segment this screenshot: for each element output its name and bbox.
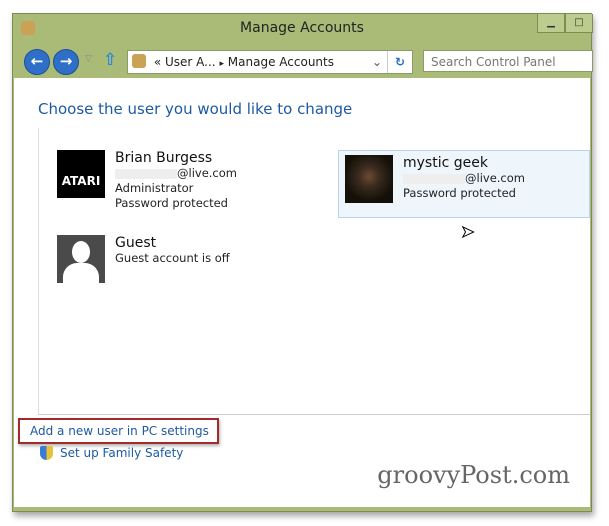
search-input[interactable]: Search Control Panel — [423, 50, 593, 72]
account-tile-mystic-geek[interactable]: mystic geek @live.com Password protected — [338, 150, 590, 218]
refresh-button[interactable]: ↻ — [387, 51, 412, 73]
navigation-bar: ← → ▽ ⇧ « User A... ▸ Manage Accounts ⌄ … — [13, 44, 593, 78]
back-button[interactable]: ← — [24, 49, 50, 75]
manage-accounts-window: Manage Accounts ▁ □ ← → ▽ ⇧ « User A... … — [12, 13, 593, 512]
redacted-email — [403, 173, 465, 184]
breadcrumb-user-accounts[interactable]: User A... — [165, 55, 216, 69]
account-name: mystic geek — [403, 155, 488, 171]
title-bar: Manage Accounts ▁ □ — [13, 14, 593, 44]
up-button[interactable]: ⇧ — [103, 50, 117, 70]
user-photo-avatar — [345, 155, 393, 203]
recent-pages-chevron-icon[interactable]: ▽ — [85, 54, 92, 64]
account-tile-brian-burgess[interactable]: ATARI Brian Burgess @live.com Administra… — [57, 150, 237, 211]
breadcrumb-manage-accounts[interactable]: Manage Accounts — [228, 55, 334, 69]
watermark: groovyPost.com — [377, 461, 570, 489]
accounts-panel: ATARI Brian Burgess @live.com Administra… — [38, 128, 590, 415]
guest-avatar-icon — [57, 235, 105, 283]
account-status: Password protected — [403, 186, 516, 200]
uac-shield-icon — [40, 446, 53, 460]
user-accounts-icon — [21, 21, 35, 35]
minimize-button[interactable]: ▁ — [537, 14, 565, 33]
family-safety-link[interactable]: Set up Family Safety — [38, 446, 183, 460]
add-new-user-link[interactable]: Add a new user in PC settings — [18, 418, 219, 444]
address-bar[interactable]: « User A... ▸ Manage Accounts ⌄ ↻ — [127, 50, 413, 74]
forward-button[interactable]: → — [53, 49, 79, 75]
account-status: Guest account is off — [115, 251, 230, 265]
breadcrumb-overflow[interactable]: « — [154, 55, 161, 69]
account-name: Brian Burgess — [115, 150, 213, 166]
maximize-button[interactable]: □ — [565, 14, 593, 33]
account-role: Administrator — [115, 181, 194, 195]
mouse-cursor-icon: ➤ — [460, 222, 475, 242]
address-dropdown-icon[interactable]: ⌄ — [372, 51, 382, 73]
control-panel-icon — [132, 54, 146, 68]
redacted-email — [115, 168, 177, 179]
account-tile-guest[interactable]: Guest Guest account is off — [57, 235, 230, 283]
content-area: Choose the user you would like to change… — [14, 78, 590, 507]
account-email: @live.com — [465, 171, 525, 185]
account-email: @live.com — [177, 166, 237, 180]
page-heading: Choose the user you would like to change — [38, 100, 353, 118]
account-status: Password protected — [115, 196, 228, 210]
breadcrumb-separator-icon[interactable]: ▸ — [219, 59, 224, 69]
atari-avatar: ATARI — [57, 150, 105, 198]
account-name: Guest — [115, 235, 157, 251]
family-safety-label: Set up Family Safety — [60, 446, 184, 460]
window-title: Manage Accounts — [240, 20, 364, 36]
